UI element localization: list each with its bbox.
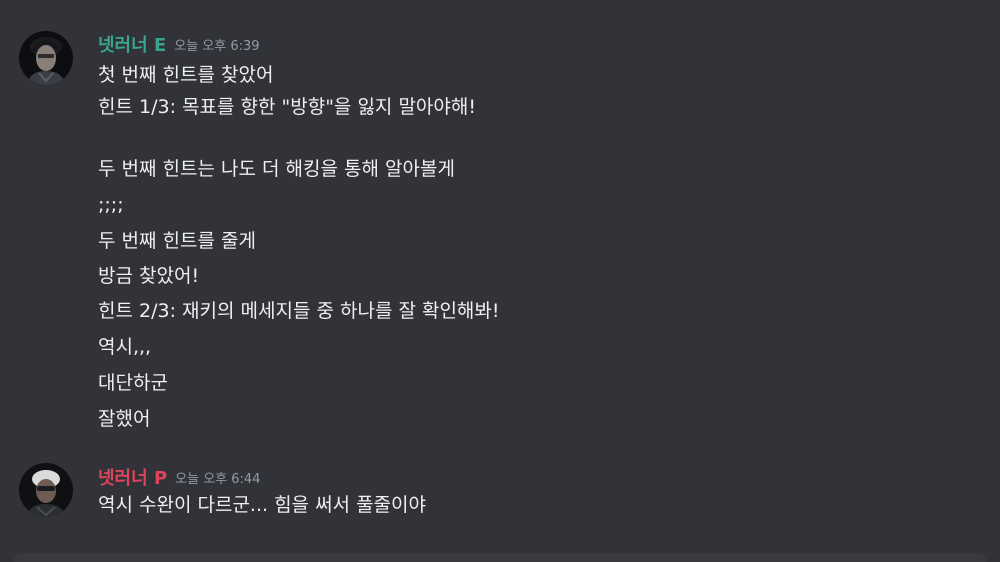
message-line: 대단하군 xyxy=(98,372,168,394)
username[interactable]: 넷러너 E xyxy=(98,35,166,56)
message-line: 역시,,, xyxy=(98,336,152,358)
message-line: 두 번째 힌트를 줄게 xyxy=(98,230,256,252)
message-line: 힌트 2/3: 재키의 메세지들 중 하나를 잘 확인해봐! xyxy=(98,300,500,322)
message-line: 방금 찾았어! xyxy=(98,265,200,287)
user-avatar[interactable] xyxy=(19,463,73,517)
message-line: 힌트 1/3: 목표를 향한 "방향"을 잃지 말아야해! xyxy=(98,96,476,118)
message-header: 넷러너 P 오늘 오후 6:44 xyxy=(98,464,261,489)
message-line: 잘했어 xyxy=(98,408,151,430)
message-line: 두 번째 힌트는 나도 더 해킹을 통해 알아볼게 xyxy=(98,158,455,180)
timestamp: 오늘 오후 6:44 xyxy=(175,471,261,487)
timestamp: 오늘 오후 6:39 xyxy=(174,38,260,54)
message-composer[interactable] xyxy=(14,553,986,562)
message-line: 역시 수완이 다르군... 힘을 써서 풀줄이야 xyxy=(98,494,426,516)
message-header: 넷러너 E 오늘 오후 6:39 xyxy=(98,31,260,56)
message-line-blank xyxy=(98,123,500,151)
chat-view: 넷러너 E 오늘 오후 6:39 첫 번째 힌트를 찾았어 힌트 1/3: 목표를… xyxy=(0,0,1000,562)
message-content: 역시 수완이 다르군... 힘을 써서 풀줄이야 xyxy=(98,490,426,520)
message-line: 첫 번째 힌트를 찾았어 xyxy=(98,64,274,86)
user-avatar[interactable] xyxy=(19,31,73,85)
message-content: 첫 번째 힌트를 찾았어 힌트 1/3: 목표를 향한 "방향"을 잃지 말아야… xyxy=(98,59,500,437)
username[interactable]: 넷러너 P xyxy=(98,468,167,489)
message-line: ;;;; xyxy=(98,194,124,216)
